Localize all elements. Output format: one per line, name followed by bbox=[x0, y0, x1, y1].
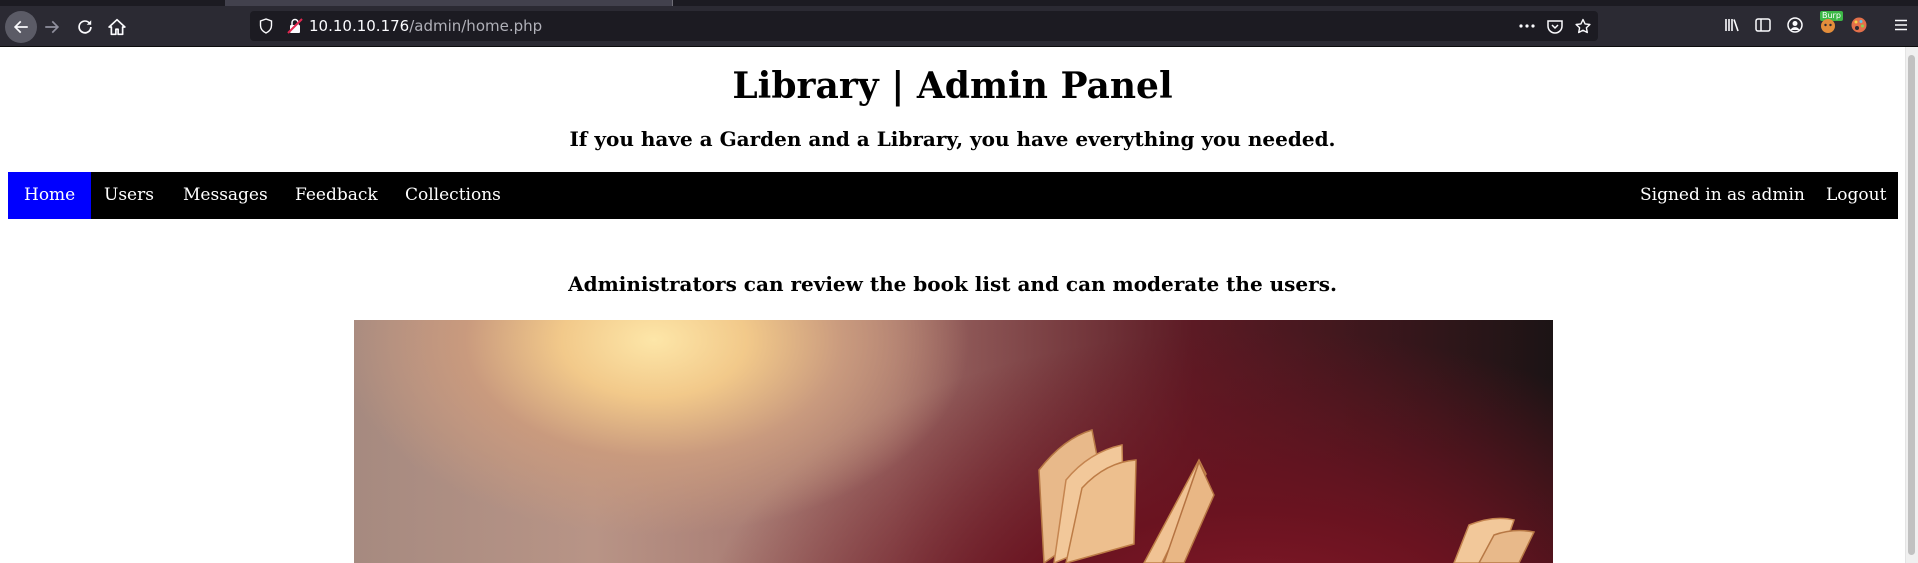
browser-toolbar: 10.10.10.176/admin/home.php Burp bbox=[0, 0, 1918, 47]
address-bar[interactable]: 10.10.10.176/admin/home.php bbox=[250, 11, 1598, 41]
reload-icon bbox=[78, 20, 92, 34]
hamburger-menu-icon[interactable] bbox=[1892, 16, 1910, 34]
url-text[interactable]: 10.10.10.176/admin/home.php bbox=[309, 17, 542, 35]
main-navbar: Home Users Messages Feedback Collections… bbox=[8, 172, 1898, 219]
page-content: Library | Admin Panel If you have a Gard… bbox=[0, 47, 1905, 563]
active-tab[interactable] bbox=[225, 0, 673, 6]
forward-button[interactable] bbox=[37, 12, 67, 42]
sidebar-icon[interactable] bbox=[1754, 16, 1772, 34]
foxyproxy-burp-icon[interactable] bbox=[1819, 16, 1837, 34]
hero-books-image bbox=[354, 320, 1553, 563]
nav-home-link[interactable]: Home bbox=[8, 172, 92, 219]
page-actions-icon[interactable] bbox=[1518, 18, 1536, 34]
tab-strip bbox=[0, 0, 1918, 6]
tab-separator bbox=[672, 0, 673, 6]
home-button[interactable] bbox=[102, 12, 132, 42]
nav-users-link[interactable]: Users bbox=[88, 172, 170, 219]
page-tagline: If you have a Garden and a Library, you … bbox=[569, 127, 1336, 151]
home-icon bbox=[108, 18, 126, 36]
palette-icon[interactable] bbox=[1850, 16, 1868, 34]
nav-messages-link[interactable]: Messages bbox=[167, 172, 284, 219]
url-path: /admin/home.php bbox=[409, 17, 543, 35]
logout-link[interactable]: Logout bbox=[1810, 172, 1902, 219]
nav-feedback-link[interactable]: Feedback bbox=[279, 172, 394, 219]
open-books-icon bbox=[1038, 429, 1536, 563]
signed-in-user-link[interactable]: Signed in as admin bbox=[1624, 172, 1821, 219]
admin-intro-text: Administrators can review the book list … bbox=[568, 272, 1337, 296]
nav-collections-link[interactable]: Collections bbox=[389, 172, 517, 219]
library-icon[interactable] bbox=[1723, 16, 1741, 34]
insecure-lock-icon[interactable] bbox=[286, 17, 304, 35]
arrow-left-icon bbox=[13, 20, 28, 34]
page-title: Library | Admin Panel bbox=[732, 65, 1173, 107]
bookmark-star-icon[interactable] bbox=[1574, 18, 1592, 34]
reload-button[interactable] bbox=[70, 12, 100, 42]
url-host: 10.10.10.176 bbox=[309, 17, 410, 35]
pocket-icon[interactable] bbox=[1546, 18, 1564, 34]
tracking-shield-icon[interactable] bbox=[258, 18, 274, 34]
account-icon[interactable] bbox=[1786, 16, 1804, 34]
scrollbar-thumb[interactable] bbox=[1908, 55, 1915, 555]
back-button[interactable] bbox=[5, 11, 37, 43]
arrow-right-icon bbox=[45, 20, 60, 34]
